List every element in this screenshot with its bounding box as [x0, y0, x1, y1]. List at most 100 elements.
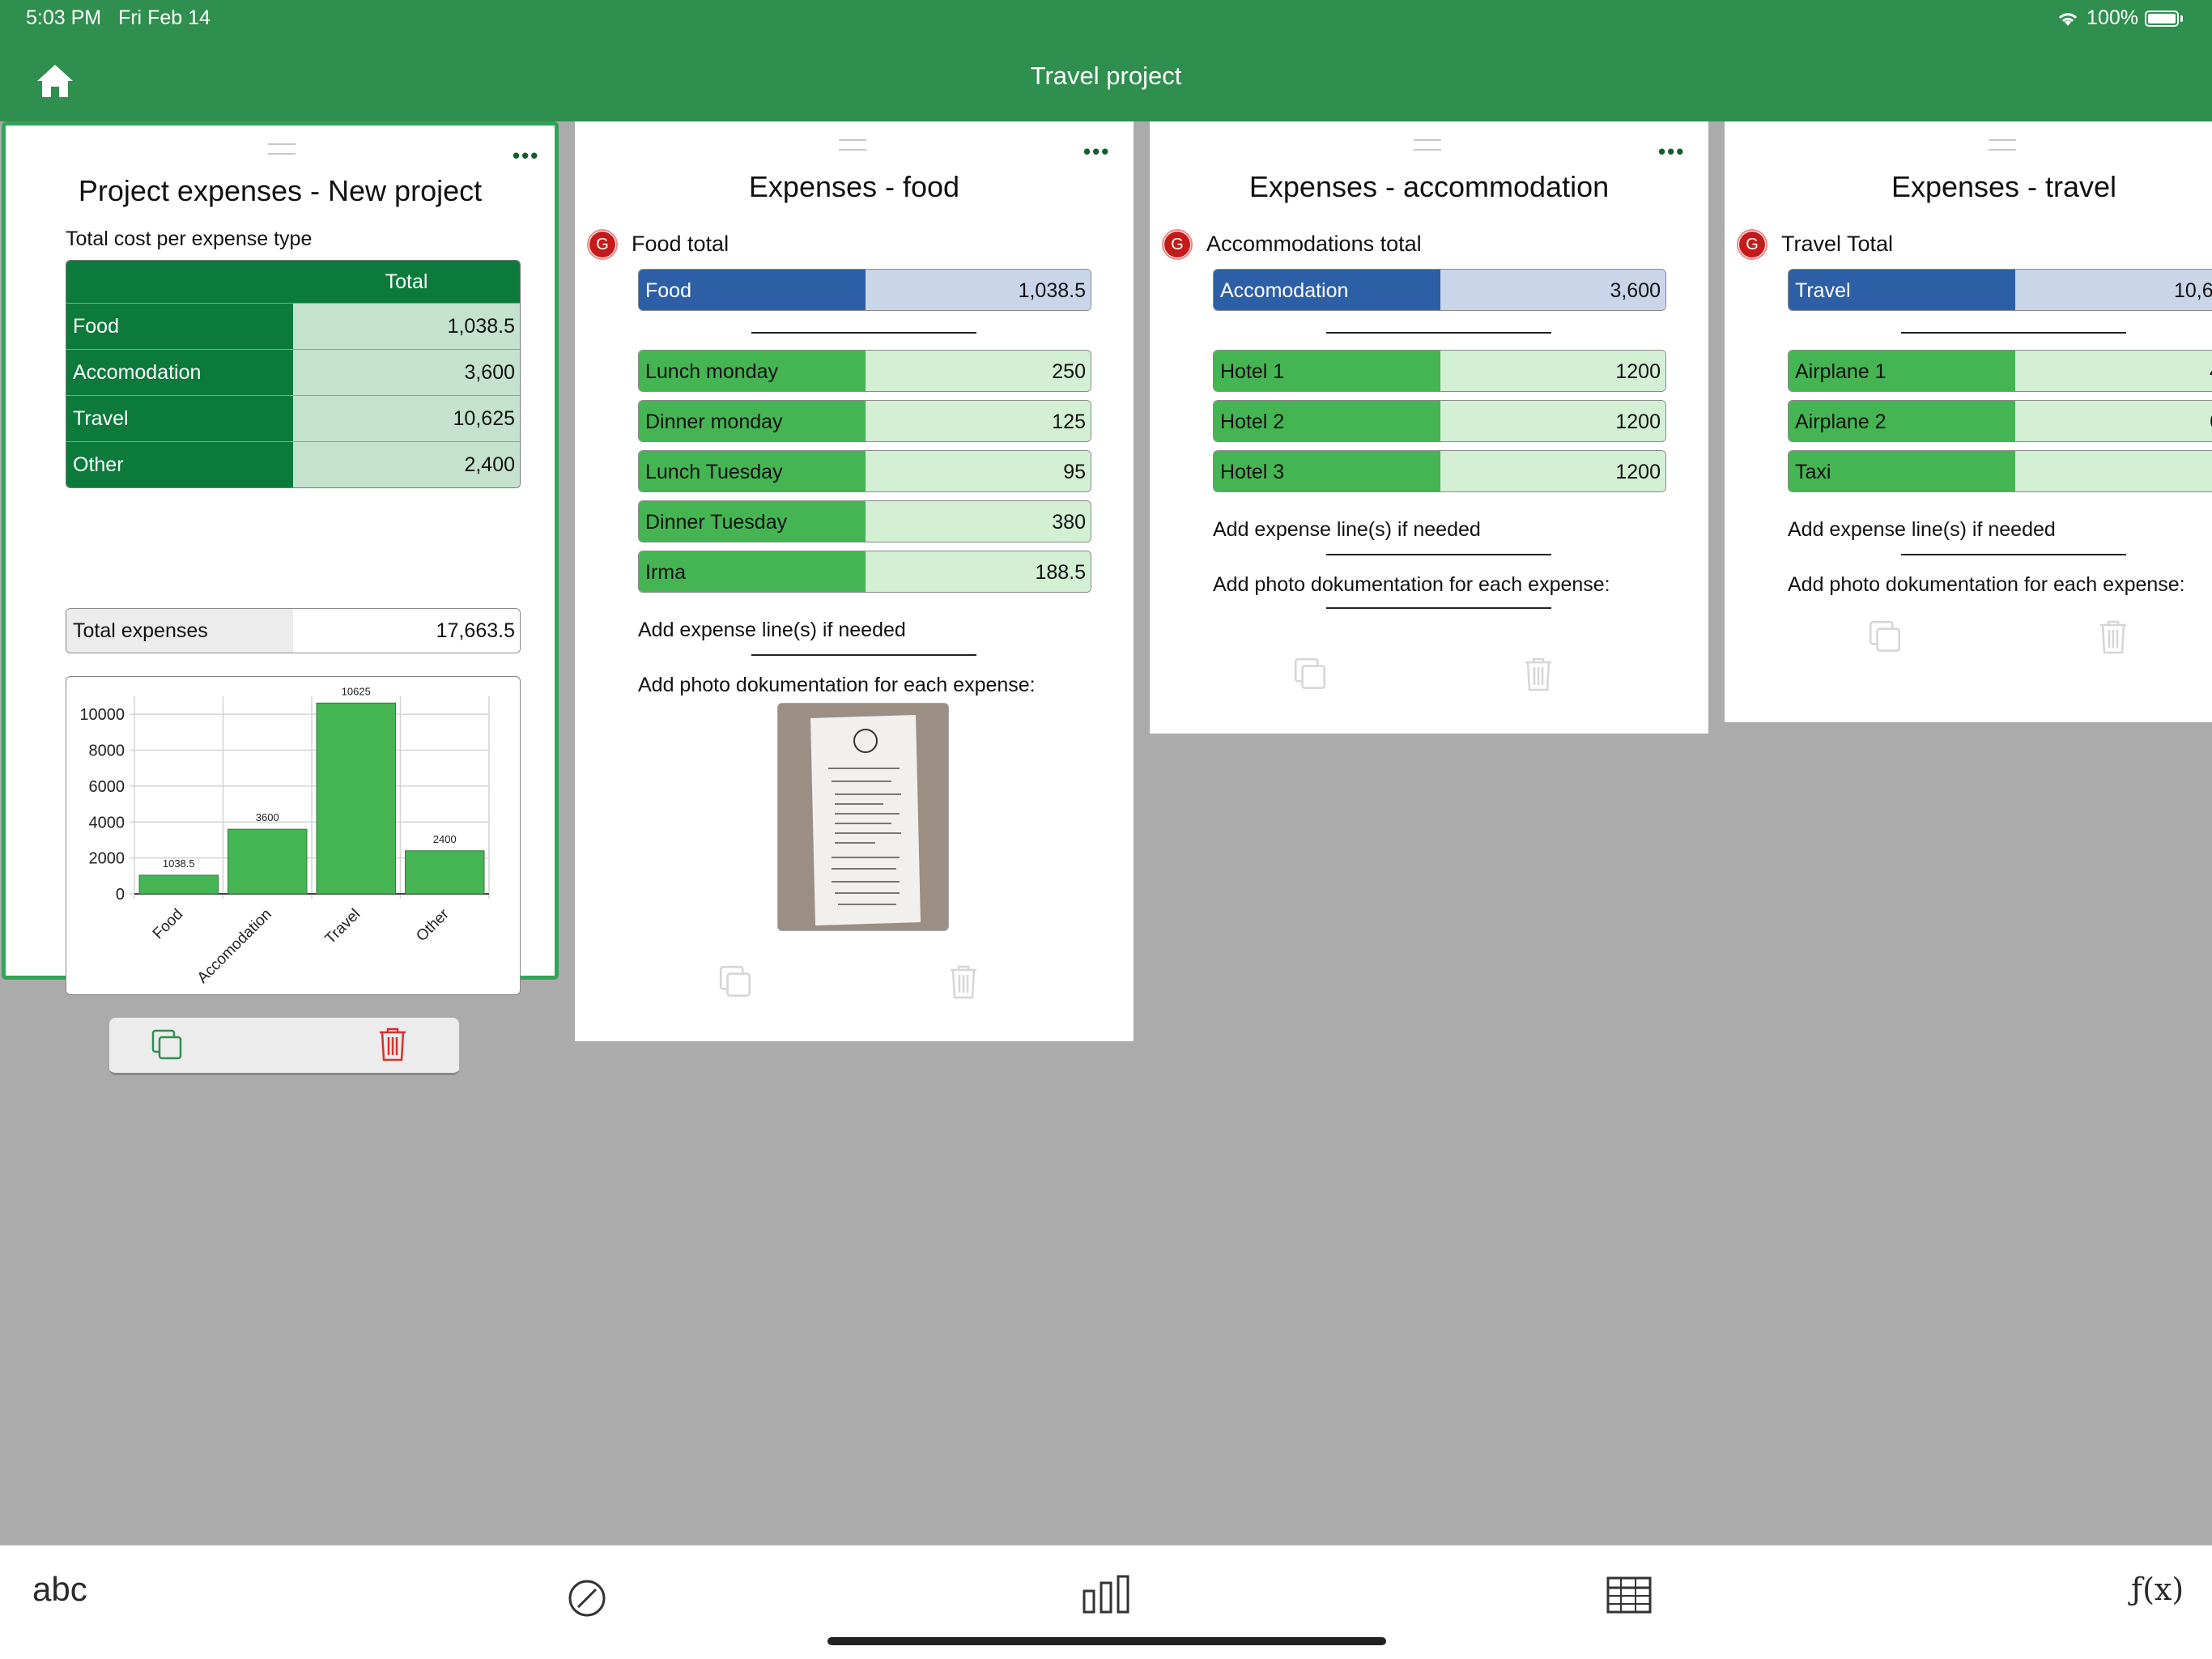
total-label: Total expenses — [66, 609, 293, 653]
drag-handle-icon[interactable] — [1989, 139, 2016, 151]
card-title: Project expenses - New project — [78, 174, 483, 207]
expense-value: 1200 — [1440, 401, 1665, 441]
add-photo-label: Add photo dokumentation for each expense… — [1788, 573, 2185, 596]
table-row[interactable]: Travel 10,625 — [66, 395, 520, 441]
table-row[interactable]: Other 2,400 — [66, 441, 520, 487]
row-label: Accomodation — [66, 350, 293, 395]
travel-total-field[interactable]: Travel 10,6 — [1788, 269, 2212, 311]
expense-line[interactable]: Dinner monday 125 — [638, 400, 1091, 442]
trash-icon[interactable] — [2097, 619, 2129, 656]
y-tick-label: 4000 — [89, 814, 125, 832]
expense-line[interactable]: Lunch monday 250 — [638, 350, 1091, 392]
table-header: Total — [293, 261, 520, 303]
duplicate-icon[interactable] — [150, 1027, 185, 1063]
expense-value: 125 — [866, 401, 1091, 441]
y-tick-label: 6000 — [89, 778, 125, 796]
expense-line[interactable]: Airplane 141 — [1788, 350, 2212, 392]
expense-line[interactable]: Hotel 1 1200 — [1213, 350, 1666, 392]
home-indicator — [827, 1637, 1386, 1645]
card-project-expenses[interactable]: ••• Project expenses - New project Total… — [2, 121, 559, 1075]
divider — [1901, 332, 2126, 334]
add-expense-line-link[interactable]: Add expense line(s) if needed — [1788, 518, 2056, 542]
expense-label: Taxi — [1789, 451, 2015, 491]
duplicate-icon[interactable] — [717, 963, 755, 1001]
x-tick-label: Accomodation — [194, 906, 275, 987]
row-value: 3,600 — [293, 350, 520, 395]
total-label: Travel — [1789, 270, 2015, 310]
group-badge-icon: G — [587, 229, 618, 260]
expense-value: 250 — [866, 351, 1091, 391]
row-value: 2,400 — [293, 442, 520, 487]
card-title: Expenses - accommodation — [1249, 170, 1610, 203]
table-row[interactable]: Accomodation 3,600 — [66, 349, 520, 395]
more-options-icon[interactable]: ••• — [1658, 139, 1685, 164]
wifi-icon — [2058, 12, 2078, 26]
row-label: Other — [66, 442, 293, 487]
card-title: Expenses - travel — [1891, 170, 2117, 203]
data-label: 10625 — [342, 685, 371, 697]
data-label: 3600 — [256, 811, 279, 823]
duplicate-icon[interactable] — [1867, 619, 1904, 656]
expense-line[interactable]: Hotel 2 1200 — [1213, 400, 1666, 442]
total-value: 10,6 — [2015, 270, 2212, 310]
function-tool-button[interactable]: ƒ(x) — [2131, 1572, 2184, 1607]
data-label: 1038.5 — [163, 857, 195, 870]
total-value: 3,600 — [1440, 270, 1665, 310]
expense-value: 41 — [2015, 351, 2212, 391]
food-total-field[interactable]: Food 1,038.5 — [638, 269, 1091, 311]
expense-label: Lunch monday — [639, 351, 866, 391]
shape-tool-icon[interactable] — [567, 1578, 607, 1619]
table-tool-icon[interactable] — [1606, 1576, 1652, 1614]
expense-label: Airplane 2 — [1789, 401, 2015, 441]
group-badge-icon: G — [1162, 229, 1193, 260]
expense-line[interactable]: Airplane 260 — [1788, 400, 2212, 442]
expense-line[interactable]: Lunch Tuesday 95 — [638, 450, 1091, 492]
duplicate-icon[interactable] — [1292, 656, 1329, 693]
drag-handle-icon[interactable] — [839, 139, 866, 151]
expense-line[interactable]: Taxi5 — [1788, 450, 2212, 492]
trash-icon[interactable] — [376, 1026, 409, 1063]
text-tool-button[interactable]: abc — [32, 1570, 87, 1609]
expense-line[interactable]: Hotel 3 1200 — [1213, 450, 1666, 492]
total-expenses-row[interactable]: Total expenses 17,663.5 — [66, 608, 521, 653]
expense-value: 95 — [866, 451, 1091, 491]
bar-chart: 0 2000 4000 6000 8000 10000 1038.5 Food 3600 Acco… — [79, 685, 490, 987]
trash-icon[interactable] — [947, 963, 980, 1001]
add-photo-label: Add photo dokumentation for each expense… — [638, 674, 1036, 696]
add-expense-line-link[interactable]: Add expense line(s) if needed — [1213, 518, 1481, 542]
expense-line[interactable]: Dinner Tuesday 380 — [638, 500, 1091, 542]
expense-value: 5 — [2015, 451, 2212, 491]
drag-handle-icon[interactable] — [1414, 139, 1441, 151]
x-tick-label: Other — [413, 905, 453, 945]
receipt-photo[interactable] — [777, 703, 949, 931]
trash-icon[interactable] — [1522, 656, 1555, 693]
data-label: 2400 — [433, 833, 457, 845]
accommodation-total-field[interactable]: Accomodation 3,600 — [1213, 269, 1666, 311]
drag-handle-icon[interactable] — [268, 143, 296, 155]
battery-percent: 100% — [2087, 6, 2138, 29]
card-expenses-accommodation[interactable]: ••• Expenses - accommodation G Accommoda… — [1150, 121, 1708, 734]
divider — [751, 332, 976, 334]
expense-label: Lunch Tuesday — [639, 451, 866, 491]
card-expenses-travel[interactable]: Expenses - travel G Travel Total Travel … — [1725, 121, 2212, 722]
expense-label: Hotel 2 — [1214, 401, 1440, 441]
chart-tool-icon[interactable] — [1082, 1575, 1132, 1615]
divider — [751, 654, 976, 656]
status-bar: 5:03 PM Fri Feb 14 100% — [0, 0, 2212, 39]
row-value: 10,625 — [293, 396, 520, 441]
more-options-icon[interactable]: ••• — [1083, 139, 1110, 164]
status-right: 100% — [2056, 6, 2183, 30]
table-row[interactable]: Food 1,038.5 — [66, 303, 520, 349]
summary-table[interactable]: Total Food 1,038.5 Accomodation 3,600 Trav… — [66, 260, 521, 488]
expense-chart[interactable]: 0 2000 4000 6000 8000 10000 1038.5 Food 3600 Acco… — [66, 676, 521, 995]
expense-line[interactable]: Irma 188.5 — [638, 551, 1091, 593]
total-value: 17,663.5 — [293, 609, 520, 653]
more-options-icon[interactable]: ••• — [513, 143, 539, 168]
y-tick-label: 8000 — [89, 742, 125, 760]
divider — [1901, 554, 2126, 555]
total-label: Accomodation — [1214, 270, 1440, 310]
card-expenses-food[interactable]: ••• Expenses - food G Food total Food 1,… — [575, 121, 1134, 1041]
page-title: Travel project — [1030, 62, 1182, 90]
group-label: Travel Total — [1781, 232, 1894, 256]
add-expense-line-link[interactable]: Add expense line(s) if needed — [638, 619, 906, 642]
